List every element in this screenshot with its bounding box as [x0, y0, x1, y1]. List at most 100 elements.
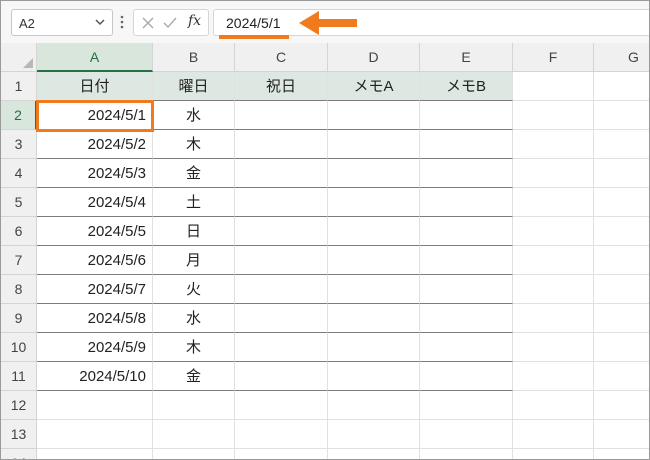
row-header-14[interactable]: 14	[1, 449, 37, 459]
formula-input[interactable]: 2024/5/1	[213, 9, 649, 36]
cell-f11[interactable]	[513, 362, 594, 391]
row-header-9[interactable]: 9	[1, 304, 37, 333]
cell-d14[interactable]	[328, 449, 420, 459]
cell-c11[interactable]	[235, 362, 328, 391]
cell-g5[interactable]	[594, 188, 649, 217]
cell-b10[interactable]: 木	[153, 333, 235, 362]
cell-b1[interactable]: 曜日	[153, 72, 235, 101]
row-header-1[interactable]: 1	[1, 72, 37, 101]
column-header-f[interactable]: F	[513, 43, 594, 72]
select-all-corner[interactable]	[1, 43, 37, 72]
cell-e8[interactable]	[420, 275, 513, 304]
cell-b14[interactable]	[153, 449, 235, 459]
cancel-icon[interactable]	[141, 16, 155, 30]
cell-g10[interactable]	[594, 333, 649, 362]
cell-a3[interactable]: 2024/5/2	[37, 130, 153, 159]
cell-d13[interactable]	[328, 420, 420, 449]
cell-d9[interactable]	[328, 304, 420, 333]
insert-function-icon[interactable]: fx	[188, 13, 201, 29]
cell-d6[interactable]	[328, 217, 420, 246]
row-header-3[interactable]: 3	[1, 130, 37, 159]
cell-g11[interactable]	[594, 362, 649, 391]
cell-d8[interactable]	[328, 275, 420, 304]
cell-b7[interactable]: 月	[153, 246, 235, 275]
cell-c14[interactable]	[235, 449, 328, 459]
cell-a6[interactable]: 2024/5/5	[37, 217, 153, 246]
cell-f3[interactable]	[513, 130, 594, 159]
row-header-13[interactable]: 13	[1, 420, 37, 449]
cell-b13[interactable]	[153, 420, 235, 449]
cell-g1[interactable]	[594, 72, 649, 101]
cell-g7[interactable]	[594, 246, 649, 275]
cell-d4[interactable]	[328, 159, 420, 188]
cell-a10[interactable]: 2024/5/9	[37, 333, 153, 362]
cell-c12[interactable]	[235, 391, 328, 420]
cell-a13[interactable]	[37, 420, 153, 449]
cell-c9[interactable]	[235, 304, 328, 333]
cell-a12[interactable]	[37, 391, 153, 420]
cell-e3[interactable]	[420, 130, 513, 159]
cell-f9[interactable]	[513, 304, 594, 333]
cell-f12[interactable]	[513, 391, 594, 420]
cell-b11[interactable]: 金	[153, 362, 235, 391]
cell-a4[interactable]: 2024/5/3	[37, 159, 153, 188]
name-box[interactable]: A2	[11, 9, 113, 36]
cell-e10[interactable]	[420, 333, 513, 362]
cell-e1[interactable]: メモB	[420, 72, 513, 101]
cell-g4[interactable]	[594, 159, 649, 188]
cell-f8[interactable]	[513, 275, 594, 304]
cell-c13[interactable]	[235, 420, 328, 449]
more-options-icon[interactable]	[119, 13, 125, 31]
cell-d10[interactable]	[328, 333, 420, 362]
cell-d7[interactable]	[328, 246, 420, 275]
column-header-b[interactable]: B	[153, 43, 235, 72]
cell-a1[interactable]: 日付	[37, 72, 153, 101]
cell-e5[interactable]	[420, 188, 513, 217]
cell-g8[interactable]	[594, 275, 649, 304]
cell-f13[interactable]	[513, 420, 594, 449]
row-header-11[interactable]: 11	[1, 362, 37, 391]
check-icon[interactable]	[163, 16, 177, 30]
column-header-d[interactable]: D	[328, 43, 420, 72]
cell-c10[interactable]	[235, 333, 328, 362]
row-header-10[interactable]: 10	[1, 333, 37, 362]
cell-g2[interactable]	[594, 101, 649, 130]
cell-c2[interactable]	[235, 101, 328, 130]
cell-d2[interactable]	[328, 101, 420, 130]
cell-e12[interactable]	[420, 391, 513, 420]
cell-d5[interactable]	[328, 188, 420, 217]
cell-b2[interactable]: 水	[153, 101, 235, 130]
cell-a11[interactable]: 2024/5/10	[37, 362, 153, 391]
cell-e13[interactable]	[420, 420, 513, 449]
cell-g9[interactable]	[594, 304, 649, 333]
cell-f5[interactable]	[513, 188, 594, 217]
row-header-8[interactable]: 8	[1, 275, 37, 304]
cell-a8[interactable]: 2024/5/7	[37, 275, 153, 304]
cell-c6[interactable]	[235, 217, 328, 246]
cell-e14[interactable]	[420, 449, 513, 459]
cell-e4[interactable]	[420, 159, 513, 188]
column-header-a[interactable]: A	[37, 43, 153, 72]
column-header-e[interactable]: E	[420, 43, 513, 72]
cell-f2[interactable]	[513, 101, 594, 130]
cell-b9[interactable]: 水	[153, 304, 235, 333]
cell-f1[interactable]	[513, 72, 594, 101]
row-header-2[interactable]: 2	[1, 101, 37, 130]
cell-f4[interactable]	[513, 159, 594, 188]
cell-e2[interactable]	[420, 101, 513, 130]
row-header-12[interactable]: 12	[1, 391, 37, 420]
cell-g12[interactable]	[594, 391, 649, 420]
cell-f10[interactable]	[513, 333, 594, 362]
cell-b4[interactable]: 金	[153, 159, 235, 188]
cell-b5[interactable]: 土	[153, 188, 235, 217]
cell-g13[interactable]	[594, 420, 649, 449]
cell-a14[interactable]	[37, 449, 153, 459]
cell-g14[interactable]	[594, 449, 649, 459]
cell-g3[interactable]	[594, 130, 649, 159]
column-header-c[interactable]: C	[235, 43, 328, 72]
cell-b6[interactable]: 日	[153, 217, 235, 246]
cell-c3[interactable]	[235, 130, 328, 159]
cell-d12[interactable]	[328, 391, 420, 420]
cell-e11[interactable]	[420, 362, 513, 391]
cell-d3[interactable]	[328, 130, 420, 159]
